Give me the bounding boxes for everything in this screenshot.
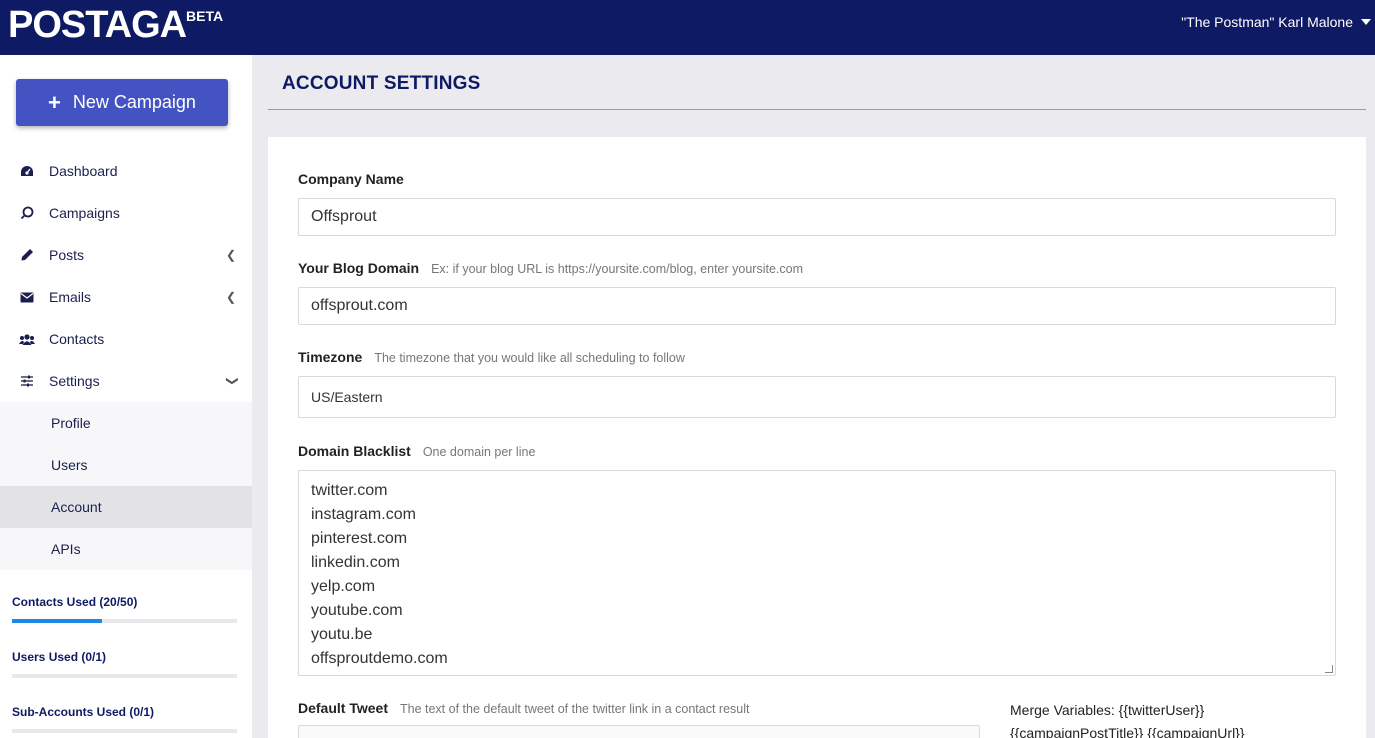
field-label: Timezone xyxy=(298,349,363,365)
field-label: Domain Blacklist xyxy=(298,443,411,459)
page-title: ACCOUNT SETTINGS xyxy=(282,73,481,94)
sidebar-item-label: Emails xyxy=(49,289,92,305)
sidebar: + New Campaign Dashboard Campaigns Posts… xyxy=(0,55,252,738)
sidebar-item-settings[interactable]: Settings ❮ xyxy=(0,360,252,402)
sidebar-subitem-apis[interactable]: APIs xyxy=(0,528,252,570)
domain-blacklist-label: Domain Blacklist One domain per line xyxy=(298,443,535,459)
new-campaign-button[interactable]: + New Campaign xyxy=(16,79,228,126)
envelope-icon xyxy=(18,289,36,305)
usage-label: Contacts Used (20/50) xyxy=(12,595,138,609)
blog-domain-field[interactable]: offsprout.com xyxy=(298,287,1336,325)
sidebar-nav: Dashboard Campaigns Posts ❮ Emails ❮ Con… xyxy=(0,150,252,570)
progress-fill xyxy=(12,619,102,623)
sidebar-item-contacts[interactable]: Contacts xyxy=(0,318,252,360)
resize-handle-icon[interactable] xyxy=(1325,665,1333,673)
field-hint: The timezone that you would like all sch… xyxy=(374,351,685,365)
company-name-field[interactable]: Offsprout xyxy=(298,198,1336,236)
merge-variables-text: Merge Variables: {{twitterUser}} {{campa… xyxy=(1010,702,1245,738)
users-icon xyxy=(18,331,36,347)
sidebar-item-label: Settings xyxy=(49,373,100,389)
field-label: Your Blog Domain xyxy=(298,260,420,276)
textarea-content: twitter.com instagram.com pinterest.com … xyxy=(311,482,448,667)
sliders-icon xyxy=(18,373,36,389)
default-tweet-textarea[interactable] xyxy=(298,725,980,738)
usage-users: Users Used (0/1) xyxy=(12,650,237,678)
chevron-left-icon: ❮ xyxy=(225,290,236,304)
default-tweet-label: Default Tweet The text of the default twe… xyxy=(298,700,749,716)
dashboard-icon xyxy=(18,163,36,179)
usage-label: Users Used (0/1) xyxy=(12,650,107,664)
chevron-left-icon: ❮ xyxy=(225,248,236,262)
sidebar-item-label: Campaigns xyxy=(49,205,120,221)
field-label: Company Name xyxy=(298,171,404,187)
user-name: "The Postman" Karl Malone xyxy=(1181,14,1353,30)
settings-card: Company Name Offsprout Your Blog Domain E… xyxy=(268,137,1366,738)
user-menu[interactable]: "The Postman" Karl Malone xyxy=(1181,14,1371,30)
sidebar-subitem-users[interactable]: Users xyxy=(0,444,252,486)
sidebar-item-label: Contacts xyxy=(49,331,105,347)
sidebar-subitem-profile[interactable]: Profile xyxy=(0,402,252,444)
progress-track xyxy=(12,729,237,733)
sidebar-item-campaigns[interactable]: Campaigns xyxy=(0,192,252,234)
domain-blacklist-textarea[interactable]: twitter.com instagram.com pinterest.com … xyxy=(298,470,1336,676)
sidebar-item-label: Dashboard xyxy=(49,163,118,179)
sidebar-item-dashboard[interactable]: Dashboard xyxy=(0,150,252,192)
new-campaign-label: New Campaign xyxy=(72,92,196,112)
progress-track xyxy=(12,674,237,678)
field-label: Default Tweet xyxy=(298,700,388,716)
campaigns-icon xyxy=(18,205,36,221)
sidebar-item-emails[interactable]: Emails ❮ xyxy=(0,276,252,318)
chevron-down-icon: ❮ xyxy=(223,375,238,387)
sidebar-item-label: Posts xyxy=(49,247,85,263)
progress-track xyxy=(12,619,237,623)
postaga-logo[interactable]: POSTAGA xyxy=(8,4,187,46)
timezone-label: Timezone The timezone that you would like… xyxy=(298,349,685,365)
top-bar: POSTAGA BETA "The Postman" Karl Malone xyxy=(0,0,1375,55)
sidebar-subitem-account[interactable]: Account xyxy=(0,486,252,528)
blog-domain-label: Your Blog Domain Ex: if your blog URL is … xyxy=(298,260,803,276)
usage-contacts: Contacts Used (20/50) xyxy=(12,595,237,623)
usage-sub-accounts: Sub-Accounts Used (0/1) xyxy=(12,705,237,733)
timezone-select[interactable]: US/Eastern xyxy=(298,376,1336,418)
field-hint: Ex: if your blog URL is https://yoursite… xyxy=(431,262,803,276)
title-divider xyxy=(268,109,1366,110)
pencil-icon xyxy=(18,247,36,263)
caret-down-icon xyxy=(1361,19,1371,25)
sidebar-item-posts[interactable]: Posts ❮ xyxy=(0,234,252,276)
plus-icon: + xyxy=(48,89,61,115)
field-hint: The text of the default tweet of the twi… xyxy=(399,702,750,716)
beta-badge: BETA xyxy=(186,8,224,24)
field-hint: One domain per line xyxy=(422,445,536,459)
usage-label: Sub-Accounts Used (0/1) xyxy=(12,705,155,719)
company-name-label: Company Name xyxy=(298,171,404,187)
